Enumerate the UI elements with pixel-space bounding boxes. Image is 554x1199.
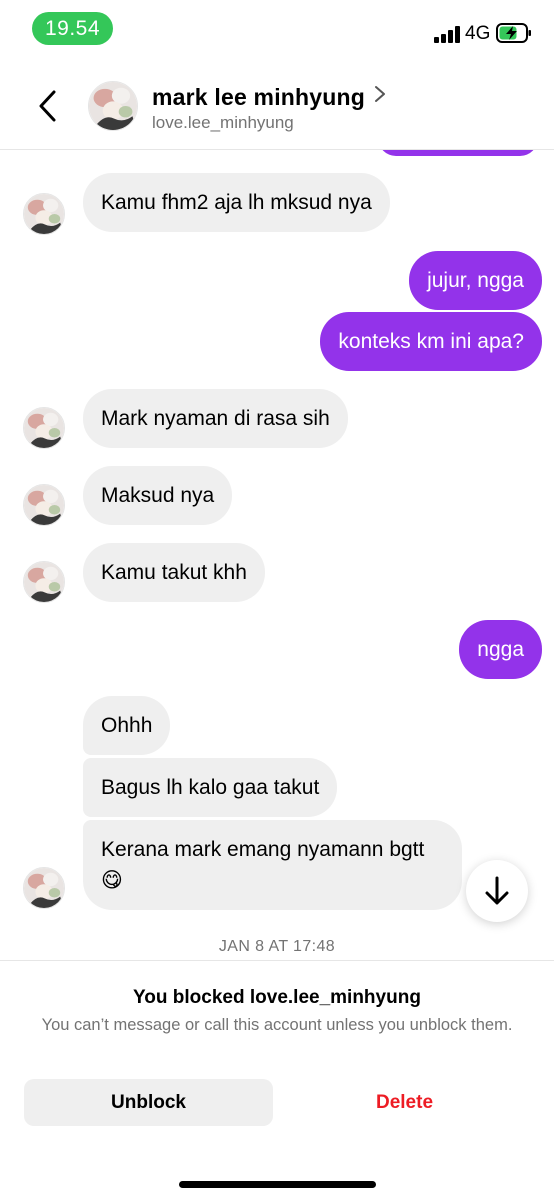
status-time: 19.54 bbox=[32, 12, 113, 45]
message-bubble-outgoing[interactable]: konteks km ini apa? bbox=[320, 312, 542, 371]
sender-avatar[interactable] bbox=[23, 484, 65, 526]
message-bubble-incoming[interactable]: Bagus lh kalo gaa takut bbox=[83, 758, 338, 817]
message-bubble-incoming[interactable]: Kamu fhm2 aja lh mksud nya bbox=[83, 173, 390, 232]
message-list[interactable]: Kamu fhm2 aja lh mksud nya jujur, ngga k… bbox=[0, 150, 554, 960]
contact-username[interactable]: love.lee_minhyung bbox=[152, 113, 294, 133]
blocked-description: You can’t message or call this account u… bbox=[41, 1016, 513, 1034]
message-bubble-incoming[interactable]: Kamu takut khh bbox=[83, 543, 265, 602]
battery-charging-icon bbox=[496, 23, 531, 43]
message-bubble-incoming[interactable]: Kerana mark emang nyamann bgtt 😋 bbox=[83, 820, 463, 910]
sender-avatar[interactable] bbox=[23, 561, 65, 603]
emoji: 😋 bbox=[101, 868, 123, 892]
message-text: Kerana mark emang nyamann bgtt bbox=[101, 838, 425, 861]
blocked-title: You blocked love.lee_minhyung bbox=[133, 987, 421, 1008]
message-bubble-partial[interactable] bbox=[378, 150, 538, 156]
delete-button[interactable]: Delete bbox=[280, 1079, 529, 1126]
scroll-to-bottom-button[interactable] bbox=[466, 860, 528, 922]
arrow-down-icon bbox=[485, 876, 509, 905]
sender-avatar[interactable] bbox=[23, 193, 65, 235]
status-bar: 19.54 4G bbox=[0, 0, 554, 60]
message-bubble-incoming[interactable]: Maksud nya bbox=[83, 466, 233, 525]
message-bubble-incoming[interactable]: Mark nyaman di rasa sih bbox=[83, 389, 348, 448]
network-label: 4G bbox=[465, 23, 491, 44]
blocked-notice: You blocked love.lee_minhyung You can’t … bbox=[0, 960, 554, 1199]
message-bubble-outgoing[interactable]: ngga bbox=[459, 620, 542, 679]
back-button[interactable] bbox=[30, 86, 64, 126]
sender-avatar[interactable] bbox=[23, 407, 65, 449]
sender-avatar[interactable] bbox=[23, 867, 65, 909]
contact-name[interactable]: mark lee minhyung bbox=[152, 84, 365, 111]
chevron-right-icon[interactable] bbox=[373, 84, 387, 104]
message-bubble-outgoing[interactable]: jujur, ngga bbox=[409, 251, 542, 310]
chat-header: mark lee minhyung love.lee_minhyung bbox=[0, 62, 554, 150]
unblock-button[interactable]: Unblock bbox=[24, 1079, 273, 1126]
message-bubble-incoming[interactable]: Ohhh bbox=[83, 696, 171, 755]
home-indicator[interactable] bbox=[179, 1181, 376, 1188]
signal-icon bbox=[434, 25, 460, 43]
message-timestamp: JAN 8 AT 17:48 bbox=[218, 938, 336, 955]
header-avatar[interactable] bbox=[88, 81, 138, 131]
chevron-left-icon bbox=[39, 90, 56, 122]
